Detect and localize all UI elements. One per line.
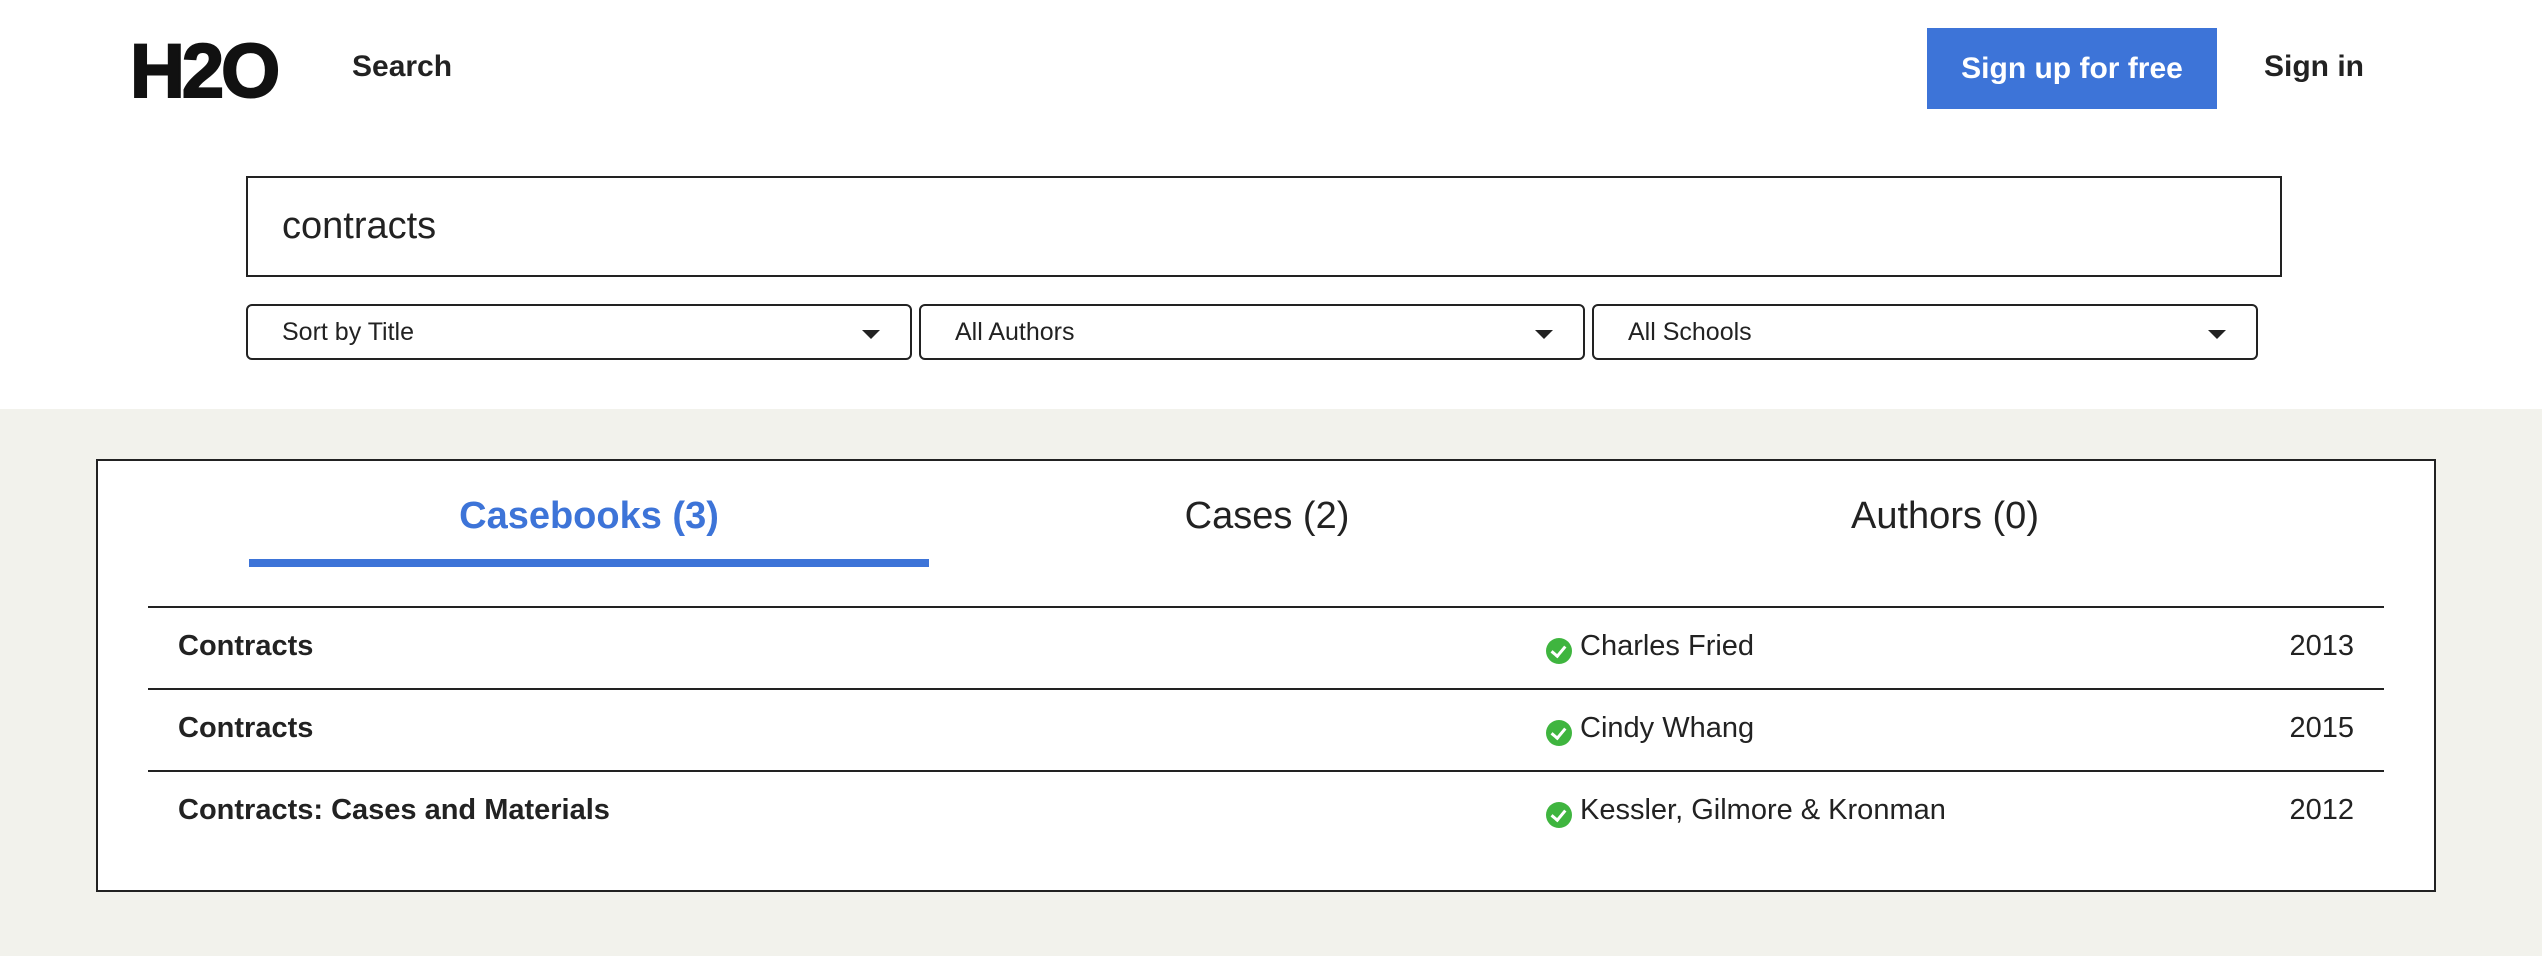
schools-dropdown-label: All Schools bbox=[1628, 318, 1752, 346]
result-title[interactable]: Contracts bbox=[178, 630, 313, 663]
authors-dropdown[interactable]: All Authors bbox=[919, 304, 1585, 360]
tab-casebooks-label: Casebooks (3) bbox=[459, 495, 719, 537]
nav-search-link[interactable]: Search bbox=[352, 50, 452, 84]
h2o-logo[interactable]: H2O bbox=[129, 28, 281, 116]
caret-down-icon bbox=[862, 330, 880, 339]
tab-casebooks[interactable]: Casebooks (3) bbox=[249, 461, 929, 567]
tab-authors-label: Authors (0) bbox=[1851, 495, 2039, 537]
authors-dropdown-label: All Authors bbox=[955, 318, 1075, 346]
caret-down-icon bbox=[2208, 330, 2226, 339]
check-circle-icon bbox=[1546, 802, 1572, 828]
result-author: Kessler, Gilmore & Kronman bbox=[1580, 794, 1946, 826]
tab-cases-label: Cases (2) bbox=[1184, 495, 1350, 537]
tab-cases[interactable]: Cases (2) bbox=[927, 461, 1607, 567]
result-author: Cindy Whang bbox=[1580, 712, 1755, 744]
check-circle-icon bbox=[1546, 638, 1572, 664]
result-year: 2015 bbox=[2289, 712, 2354, 744]
result-title[interactable]: Contracts bbox=[178, 712, 313, 745]
result-row[interactable]: Contracts Charles Fried 2013 bbox=[148, 606, 2384, 688]
sort-dropdown[interactable]: Sort by Title bbox=[246, 304, 912, 360]
sort-dropdown-label: Sort by Title bbox=[282, 318, 414, 346]
search-box bbox=[246, 176, 2282, 277]
results-panel: Casebooks (3) Cases (2) Authors (0) Cont… bbox=[96, 459, 2436, 892]
check-circle-icon bbox=[1546, 720, 1572, 746]
search-input[interactable] bbox=[282, 178, 2242, 275]
results-list: Contracts Charles Fried 2013 Contracts C… bbox=[148, 606, 2384, 852]
result-author: Charles Fried bbox=[1580, 630, 1755, 662]
schools-dropdown[interactable]: All Schools bbox=[1592, 304, 2258, 360]
result-row[interactable]: Contracts Cindy Whang 2015 bbox=[148, 688, 2384, 770]
signin-link[interactable]: Sign in bbox=[2264, 50, 2364, 84]
result-row[interactable]: Contracts: Cases and Materials Kessler, … bbox=[148, 770, 2384, 852]
result-year: 2012 bbox=[2289, 794, 2354, 826]
tab-authors[interactable]: Authors (0) bbox=[1605, 461, 2285, 567]
result-year: 2013 bbox=[2289, 630, 2354, 662]
site-header: H2O Search Sign up for free Sign in bbox=[0, 0, 2542, 140]
active-tab-indicator bbox=[249, 559, 929, 567]
signup-button[interactable]: Sign up for free bbox=[1927, 28, 2217, 109]
caret-down-icon bbox=[1535, 330, 1553, 339]
result-title[interactable]: Contracts: Cases and Materials bbox=[178, 794, 610, 827]
